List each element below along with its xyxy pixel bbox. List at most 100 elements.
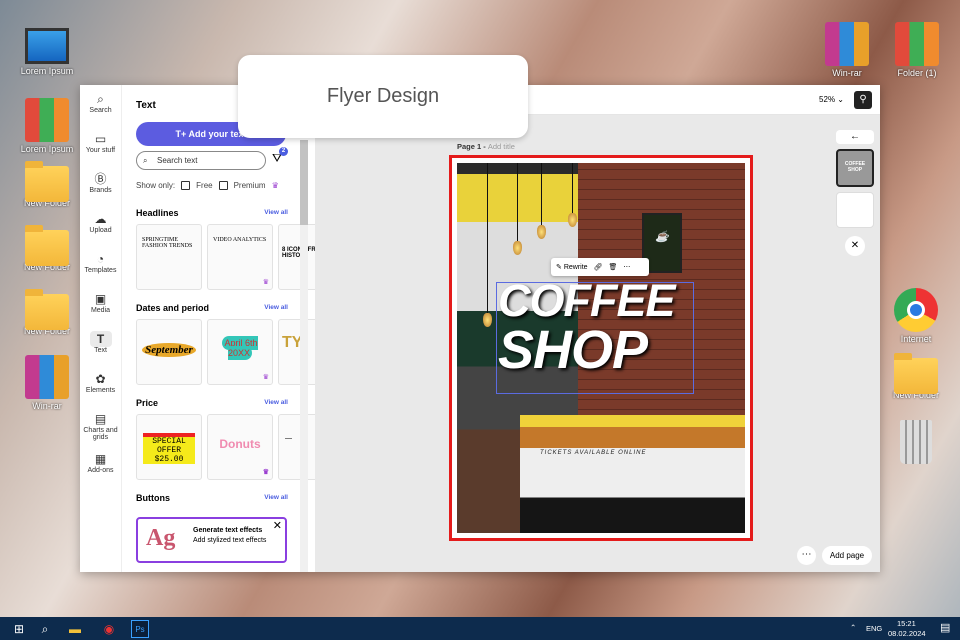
selection-box[interactable] (496, 282, 694, 394)
rail-charts[interactable]: ▤ Charts and grids (80, 405, 121, 445)
zoom-dropdown[interactable]: 52% ⌄ (819, 95, 844, 104)
tray-chevron-icon[interactable]: ⌃ (850, 623, 856, 632)
label: Free (196, 181, 213, 190)
add-title-link[interactable]: Add title (488, 142, 515, 151)
search-icon[interactable]: ⌕ (36, 620, 54, 638)
search-icon: ⌕ (143, 156, 148, 165)
page-thumb-2[interactable] (836, 192, 874, 228)
taskbar: ⊞ ⌕ ▬ ◉ Ps ⌃ ENG 15:21 08.02.2024 ▤ (0, 617, 960, 640)
desktop-icon-lorem-ipsum-2[interactable]: Lorem Ipsum (15, 98, 79, 154)
chrome-icon[interactable]: ◉ (100, 620, 118, 638)
heading: Buttons (136, 493, 170, 503)
close-icon[interactable]: ✕ (273, 519, 282, 532)
trash-icon[interactable]: 🗑︎ (608, 263, 617, 271)
crown-icon: ♛ (262, 469, 269, 476)
template-card[interactable]: April 6th 20XX ♛ (207, 319, 273, 385)
generate-text-effects-card[interactable]: Ag Generate text effects Add stylized te… (136, 517, 287, 563)
template-card[interactable]: VIDEO ANALYTICS ♛ (207, 224, 273, 290)
desktop-icon-new-folder-2[interactable]: New Folder (15, 224, 79, 272)
template-card[interactable]: SPECIAL OFFER $25.00 (136, 414, 202, 480)
heading: Headlines (136, 208, 179, 218)
rail-upload[interactable]: ☁ Upload (80, 205, 121, 245)
back-arrow-icon[interactable]: ← (836, 130, 874, 144)
desktop-icon-winrar-right[interactable]: Win-rar (815, 22, 879, 78)
rail-text[interactable]: T Text (80, 325, 121, 365)
file-explorer-icon[interactable]: ▬ (66, 620, 84, 638)
rail-addons[interactable]: ▦ Add-ons (80, 445, 121, 485)
binders-icon (25, 98, 69, 142)
label: Premium (233, 181, 266, 190)
premium-checkbox[interactable] (218, 181, 228, 190)
card-text: April 6th 20XX (222, 336, 258, 360)
desktop-icon-new-folder-1[interactable]: New Folder (15, 160, 79, 208)
photoshop-icon[interactable]: Ps (131, 620, 149, 638)
folder-icon (25, 289, 69, 330)
rail-your-stuff[interactable]: ▭ Your stuff (80, 125, 121, 165)
label: Show only: (136, 181, 176, 190)
card-text: SPRINGTIME FASHION TRENDS (142, 237, 193, 249)
desktop-icon-new-folder-3[interactable]: New Folder (15, 288, 79, 336)
folder-icon (894, 353, 938, 394)
more-icon[interactable]: ⋯ (623, 263, 630, 271)
scrollbar-thumb[interactable] (300, 140, 308, 225)
layers-icon[interactable]: ⚲ (854, 91, 872, 109)
rail-elements[interactable]: ✿ Elements (80, 365, 121, 405)
label: Internet (900, 334, 932, 344)
more-options-button[interactable]: ⋯ (797, 546, 816, 565)
label: Templates (84, 267, 117, 274)
winrar-icon (25, 355, 69, 399)
label: Lorem Ipsum (20, 66, 74, 76)
page-thumbnails: ← COFFEE SHOP ✕ (836, 130, 874, 264)
gen-subtitle: Add stylized text effects (193, 537, 267, 544)
view-all-link[interactable]: View all (264, 304, 288, 311)
desktop-icon-new-folder-right[interactable]: New Folder (884, 352, 948, 400)
template-card[interactable]: TY (278, 319, 315, 385)
search-text-input[interactable]: ⌕ Search text (136, 151, 266, 170)
rail-brands[interactable]: Ⓑ Brands (80, 165, 121, 205)
section-buttons: Buttons View all (136, 493, 288, 503)
filter-button[interactable]: ⛛ 2 (272, 147, 288, 166)
view-all-link[interactable]: View all (264, 209, 288, 216)
winrar-icon (825, 22, 869, 66)
free-checkbox[interactable] (181, 181, 191, 190)
desktop-icon-lorem-ipsum-1[interactable]: Lorem Ipsum (15, 28, 79, 76)
link-icon[interactable]: 🔗︎ (594, 263, 603, 271)
heading: Dates and period (136, 303, 210, 313)
language-indicator[interactable]: ENG (866, 624, 882, 633)
label: Media (90, 307, 111, 314)
chrome-icon (894, 288, 938, 332)
view-all-link[interactable]: View all (264, 494, 288, 501)
windows-start-icon[interactable]: ⊞ (10, 620, 28, 638)
desktop-icon-winrar[interactable]: Win-rar (15, 355, 79, 411)
panel-scrollbar[interactable] (300, 140, 308, 572)
template-card[interactable]: Donuts ♛ (207, 414, 273, 480)
rail-search[interactable]: ⌕ Search (80, 85, 121, 125)
label: Win-rar (32, 401, 62, 411)
label: Win-rar (832, 68, 862, 78)
thumb-text: COFFEE SHOP (844, 161, 866, 173)
tickets-text[interactable]: TICKETS AVAILABLE ONLINE (540, 450, 646, 456)
flyer-page[interactable]: ☕ COFFEE SHOP TICKETS AVAILABLE ONLINE (449, 155, 753, 541)
rail-templates[interactable]: ◔ Templates (80, 245, 121, 285)
label: Lorem Ipsum (20, 144, 74, 154)
crown-icon: ♛ (262, 374, 269, 381)
notification-icon[interactable]: ▤ (940, 621, 950, 634)
close-icon[interactable]: ✕ (845, 236, 865, 256)
clock-time[interactable]: 15:21 (897, 619, 916, 628)
desktop-icon-internet[interactable]: Internet (884, 288, 948, 344)
counter (520, 414, 745, 533)
add-page-button[interactable]: Add page (822, 546, 872, 565)
template-card[interactable]: — (278, 414, 315, 480)
template-card[interactable]: SPRINGTIME FASHION TRENDS (136, 224, 202, 290)
template-card[interactable]: 8 ICONS FROM HISTO (278, 224, 315, 290)
desktop-icon-folder-1[interactable]: Folder (1) (885, 22, 949, 78)
page-thumb-1[interactable]: COFFEE SHOP (836, 149, 874, 187)
desktop-icon-recycle-bin[interactable] (884, 420, 948, 466)
template-card[interactable]: September (136, 319, 202, 385)
brands-icon: Ⓑ (94, 172, 107, 186)
clock-date[interactable]: 08.02.2024 (888, 629, 926, 638)
rail-media[interactable]: ▣ Media (80, 285, 121, 325)
view-all-link[interactable]: View all (264, 399, 288, 406)
rewrite-button[interactable]: ✎ Rewrite (556, 263, 588, 271)
lamp-icon (568, 213, 577, 227)
